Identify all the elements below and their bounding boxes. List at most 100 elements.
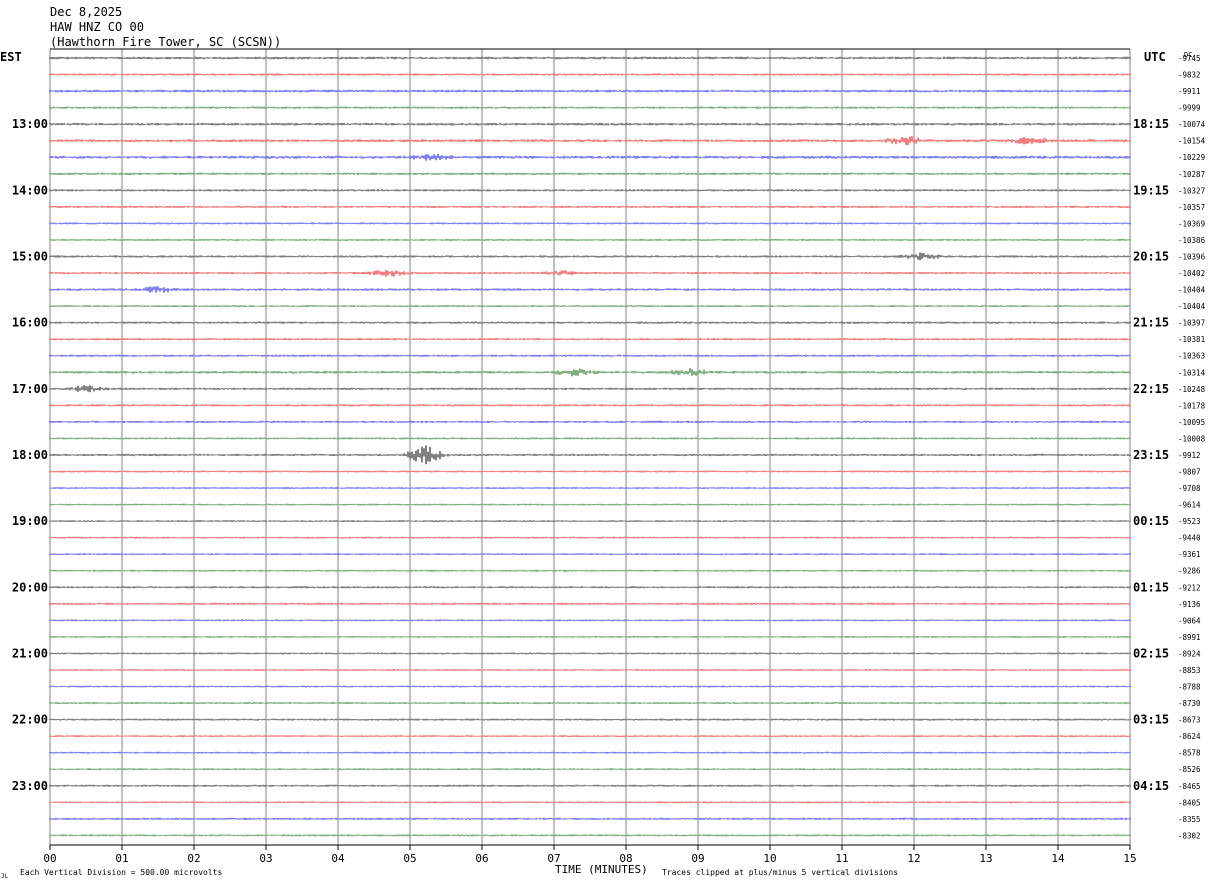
dc-offset-label: -8465: [1178, 782, 1201, 791]
seismic-trace: [49, 106, 1131, 109]
right-timezone-label: UTC: [1144, 50, 1166, 64]
est-hour-label: 21:00: [12, 646, 48, 660]
dc-offset-label: -9807: [1178, 468, 1201, 477]
x-tick-label: 15: [1123, 852, 1136, 865]
x-tick-label: 14: [1051, 852, 1065, 865]
dc-offset-label: -9523: [1178, 517, 1201, 526]
utc-hour-label: 18:15: [1133, 117, 1169, 131]
x-tick-label: 06: [475, 852, 488, 865]
est-hour-label: 14:00: [12, 183, 48, 197]
est-hour-label: 17:00: [12, 382, 48, 396]
x-tick-label: 12: [907, 852, 920, 865]
x-tick-label: 00: [43, 852, 56, 865]
seismic-trace: [49, 238, 1131, 241]
dc-offset-label: -8853: [1178, 666, 1201, 675]
dc-offset-label: -10404: [1178, 302, 1206, 311]
est-hour-label: 16:00: [12, 316, 48, 330]
est-hour-label: 15:00: [12, 249, 48, 263]
seismic-trace: [49, 222, 1131, 225]
utc-hour-label: 23:15: [1133, 448, 1169, 462]
x-tick-label: 03: [259, 852, 272, 865]
dc-offset-label: -8526: [1178, 765, 1201, 774]
dc-offset-label: -9440: [1178, 534, 1201, 543]
dc-offset-label: -9832: [1178, 71, 1201, 80]
dc-offset-label: -8924: [1178, 649, 1201, 658]
dc-offset-label: -9745: [1178, 54, 1201, 63]
seismic-trace: [49, 354, 1131, 357]
est-hour-label: 18:00: [12, 448, 48, 462]
seismic-trace: [49, 768, 1131, 771]
dc-offset-label: -9286: [1178, 567, 1201, 576]
x-axis-title: TIME (MINUTES): [555, 863, 648, 876]
seismic-trace: [49, 586, 1131, 589]
x-tick-label: 02: [187, 852, 200, 865]
seismic-trace: [49, 784, 1131, 787]
utc-hour-label: 22:15: [1133, 382, 1169, 396]
dc-offset-label: -10287: [1178, 170, 1205, 179]
seismic-trace: [49, 420, 1131, 423]
dc-offset-label: -10397: [1178, 319, 1205, 328]
est-hour-label: 13:00: [12, 117, 48, 131]
seismic-trace: [49, 503, 1131, 506]
seismic-trace: [49, 834, 1131, 837]
seismic-trace: [49, 470, 1131, 473]
est-hour-label: 20:00: [12, 580, 48, 594]
grid: [49, 48, 1131, 850]
clip-note: Traces clipped at plus/minus 5 vertical …: [662, 868, 898, 877]
dc-offset-label: -10327: [1178, 186, 1205, 195]
x-tick-label: 04: [331, 852, 345, 865]
dc-offset-label: -9614: [1178, 501, 1201, 510]
seismic-traces: [49, 56, 1131, 837]
dc-offset-label: -8624: [1178, 732, 1201, 741]
seismic-trace: [49, 385, 1131, 393]
seismic-trace: [49, 487, 1131, 489]
dc-offset-label: -10396: [1178, 252, 1206, 261]
seismic-trace: [49, 252, 1131, 261]
dc-offset-label: -10178: [1178, 401, 1206, 410]
axis-labels: 00 01 02 03 04 05 06 07 08 09 10 11 12 13 14 15-9745-98…: [12, 54, 1206, 865]
seismic-trace: [49, 569, 1131, 572]
dc-offset-label: -10357: [1178, 203, 1205, 212]
dc-offset-label: -8788: [1178, 683, 1201, 692]
seismic-trace: [49, 172, 1131, 175]
dc-offset-label: -10229: [1178, 153, 1205, 162]
x-tick-label: 10: [763, 852, 776, 865]
dc-offset-label: -10363: [1178, 352, 1205, 361]
dc-offset-label: -10008: [1178, 434, 1206, 443]
utc-hour-label: 01:15: [1133, 580, 1169, 594]
dc-offset-label: -8355: [1178, 815, 1201, 824]
utc-hour-label: 00:15: [1133, 514, 1169, 528]
seismic-trace: [49, 136, 1131, 146]
utc-hour-label: 04:15: [1133, 779, 1169, 793]
seismic-trace: [49, 718, 1131, 721]
dc-offset-label: -9911: [1178, 87, 1201, 96]
utc-hour-label: 03:15: [1133, 713, 1169, 727]
header-location: (Hawthorn Fire Tower, SC (SCSN)): [50, 35, 281, 49]
seismic-trace: [49, 305, 1131, 308]
seismic-trace: [49, 520, 1131, 523]
seismic-trace: [49, 801, 1131, 804]
dc-offset-label: -9708: [1178, 484, 1201, 493]
est-hour-label: 19:00: [12, 514, 48, 528]
dc-offset-label: -8730: [1178, 699, 1201, 708]
dc-offset-label: -8991: [1178, 633, 1201, 642]
seismic-trace: [49, 817, 1131, 820]
dc-offset-label: -9999: [1178, 104, 1201, 113]
dc-offset-label: -10248: [1178, 385, 1206, 394]
corner-mark: JL: [1, 873, 9, 880]
dc-offset-label: -10154: [1178, 137, 1206, 146]
seismic-trace: [49, 636, 1131, 638]
seismic-trace: [49, 122, 1131, 126]
utc-hour-label: 21:15: [1133, 316, 1169, 330]
dc-offset-label: -8673: [1178, 716, 1201, 725]
seismic-trace: [49, 338, 1131, 341]
seismic-trace: [49, 685, 1131, 688]
seismic-trace: [49, 702, 1131, 705]
seismic-trace: [49, 368, 1131, 377]
seismic-trace: [49, 189, 1131, 192]
dc-offset-label: -10074: [1178, 120, 1206, 129]
seismic-trace: [49, 619, 1131, 622]
seismic-trace: [49, 652, 1131, 655]
seismic-trace: [49, 73, 1131, 76]
utc-hour-label: 19:15: [1133, 183, 1169, 197]
